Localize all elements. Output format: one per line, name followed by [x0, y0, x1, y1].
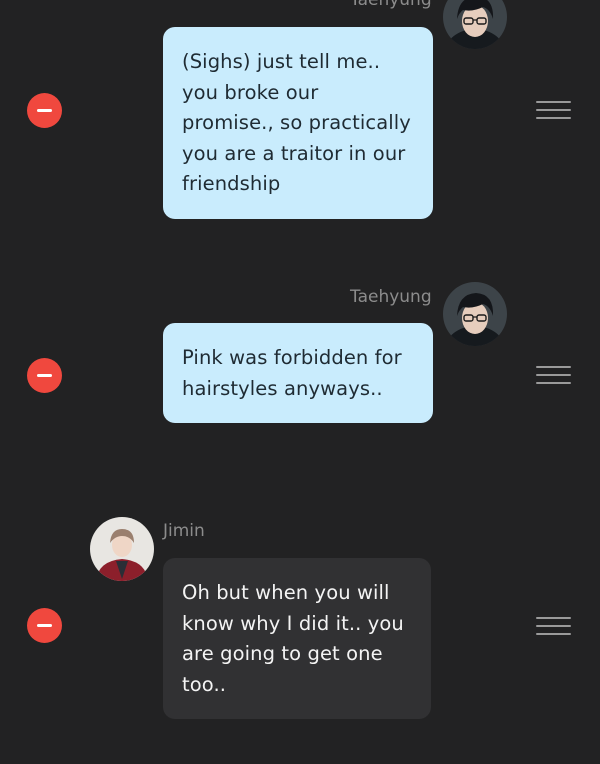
message-line: Oh but when you will — [182, 581, 390, 604]
avatar-jimin[interactable] — [90, 517, 154, 581]
avatar-taehyung[interactable] — [443, 0, 507, 49]
drag-handle-icon[interactable] — [536, 617, 571, 635]
message-line: Pink was forbidden for — [182, 346, 402, 369]
sender-name: Taehyung — [350, 0, 432, 10]
sender-name: Jimin — [163, 521, 205, 541]
minus-icon — [37, 374, 52, 377]
sender-name: Taehyung — [350, 287, 432, 307]
message-line: you broke our — [182, 80, 319, 104]
drag-handle-icon[interactable] — [536, 366, 571, 384]
message-line: you are a traitor in our — [182, 141, 406, 165]
delete-message-button[interactable] — [27, 93, 62, 128]
message-bubble[interactable]: Pink was forbidden for hairstyles anyway… — [163, 323, 433, 423]
message-line: too.. — [182, 672, 227, 696]
message-line: promise., so practically — [182, 111, 411, 134]
delete-message-button[interactable] — [27, 608, 62, 643]
minus-icon — [37, 109, 52, 112]
message-line: know why I did it.. you — [182, 611, 404, 635]
message-line: (Sighs) just tell me.. — [182, 50, 381, 73]
delete-message-button[interactable] — [27, 358, 62, 393]
message-line: friendship — [182, 172, 281, 195]
message-line: hairstyles anyways.. — [182, 376, 383, 400]
message-bubble[interactable]: Oh but when you will know why I did it..… — [163, 558, 431, 719]
drag-handle-icon[interactable] — [536, 101, 571, 119]
minus-icon — [37, 624, 52, 627]
avatar-taehyung[interactable] — [443, 282, 507, 346]
message-line: are going to get one — [182, 642, 383, 665]
message-bubble[interactable]: (Sighs) just tell me.. you broke our pro… — [163, 27, 433, 219]
